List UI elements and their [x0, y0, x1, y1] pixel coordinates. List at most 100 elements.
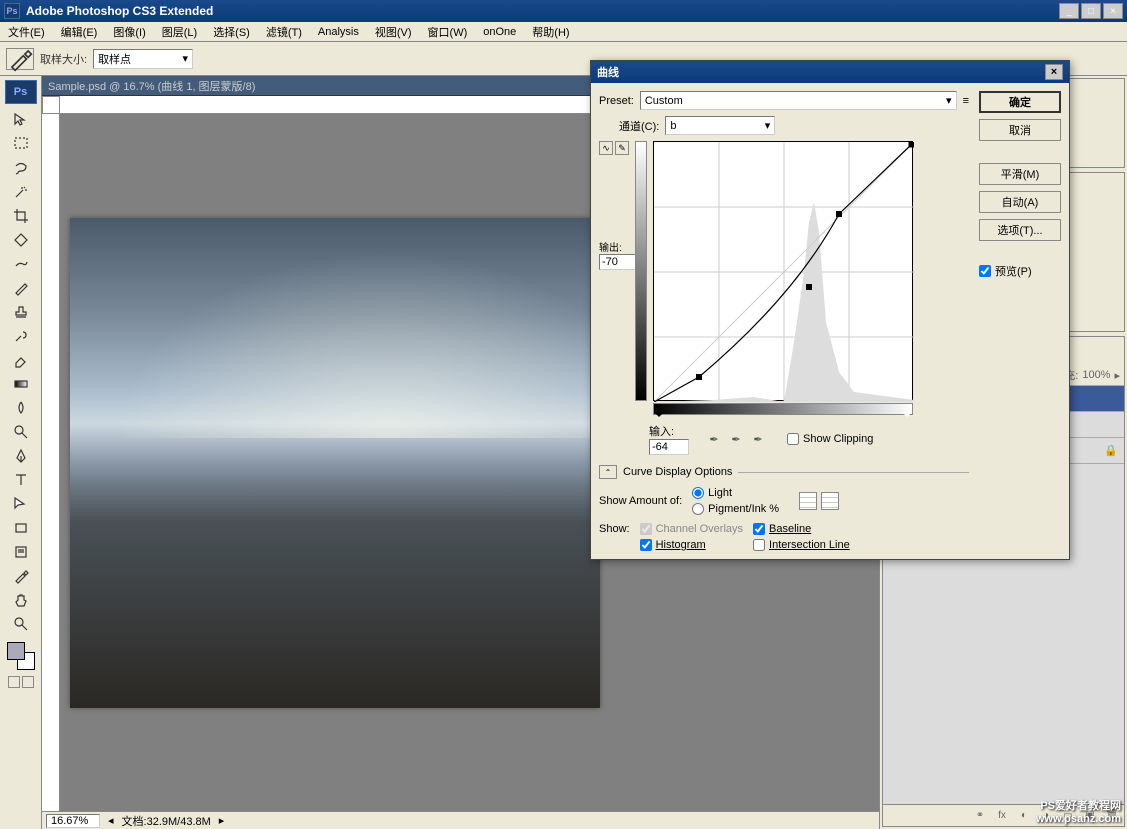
white-point-slider[interactable]	[902, 412, 912, 422]
show-label: Show:	[599, 523, 630, 535]
channel-dropdown[interactable]: b	[665, 116, 775, 135]
gradient-horizontal[interactable]	[653, 403, 913, 415]
light-radio[interactable]	[692, 487, 704, 499]
preset-menu-icon[interactable]: ≡	[963, 95, 969, 107]
menu-item[interactable]: 图像(I)	[105, 22, 153, 42]
show-clipping-label: Show Clipping	[803, 433, 873, 445]
type-tool[interactable]	[8, 469, 34, 491]
menu-item[interactable]: 窗口(W)	[420, 22, 476, 42]
close-button[interactable]: ×	[1103, 3, 1123, 19]
marquee-tool[interactable]	[8, 133, 34, 155]
foreground-color-swatch[interactable]	[7, 642, 25, 660]
preset-dropdown[interactable]: Custom	[640, 91, 957, 110]
eraser-tool[interactable]	[8, 349, 34, 371]
menu-item[interactable]: 视图(V)	[367, 22, 420, 42]
maximize-button[interactable]: □	[1081, 3, 1101, 19]
pen-tool[interactable]	[8, 445, 34, 467]
baseline-checkbox[interactable]	[753, 523, 765, 535]
fill-field[interactable]: 100%	[1082, 369, 1110, 381]
gradient-tool[interactable]	[8, 373, 34, 395]
histogram-checkbox[interactable]	[640, 539, 652, 551]
auto-button[interactable]: 自动(A)	[979, 191, 1061, 213]
shape-tool[interactable]	[8, 517, 34, 539]
path-tool[interactable]	[8, 493, 34, 515]
pigment-radio[interactable]	[692, 503, 704, 515]
zoom-field[interactable]: 16.67%	[46, 814, 100, 828]
options-button[interactable]: 选项(T)...	[979, 219, 1061, 241]
titlebar: Ps Adobe Photoshop CS3 Extended _ □ ×	[0, 0, 1127, 22]
notes-tool[interactable]	[8, 541, 34, 563]
link-icon[interactable]: ⚭	[972, 809, 988, 823]
sample-size-label: 取样大小:	[40, 51, 87, 67]
crop-tool[interactable]	[8, 205, 34, 227]
sample-size-dropdown[interactable]: 取样点	[93, 49, 193, 69]
output-field[interactable]	[599, 254, 639, 270]
hand-tool[interactable]	[8, 589, 34, 611]
channel-label: 通道(C):	[619, 118, 659, 134]
color-swatches[interactable]	[7, 642, 35, 670]
white-eyedropper-icon[interactable]: ✒	[749, 430, 767, 448]
scroll-left-icon[interactable]: ◂	[108, 814, 114, 827]
status-bar: 16.67% ◂ 文档:32.9M/43.8M ▸	[42, 811, 879, 829]
watermark: PS爱好者教程网 www.psahz.com	[1036, 797, 1121, 825]
eyedropper-tool[interactable]	[8, 565, 34, 587]
curves-dialog: 曲线 × Preset: Custom ≡ 通道(C): b ∿ ✎	[590, 60, 1070, 560]
fill-arrow-icon[interactable]: ▸	[1114, 369, 1120, 382]
menu-item[interactable]: 帮助(H)	[524, 22, 577, 42]
blur-tool[interactable]	[8, 397, 34, 419]
doc-info: 文档:32.9M/43.8M	[122, 813, 211, 829]
lasso-tool[interactable]	[8, 157, 34, 179]
menu-item[interactable]: 文件(E)	[0, 22, 53, 42]
output-label: 输出:	[599, 239, 629, 254]
gray-eyedropper-icon[interactable]: ✒	[727, 430, 745, 448]
show-clipping-checkbox[interactable]	[787, 433, 799, 445]
input-field[interactable]	[649, 439, 689, 455]
dialog-titlebar[interactable]: 曲线 ×	[591, 61, 1069, 83]
menu-item[interactable]: 选择(S)	[205, 22, 258, 42]
fx-icon[interactable]: fx	[994, 809, 1010, 823]
current-tool-icon[interactable]	[6, 48, 34, 70]
show-amount-label: Show Amount of:	[599, 495, 682, 507]
black-point-slider[interactable]	[654, 412, 664, 422]
gradient-vertical	[635, 141, 647, 401]
ruler-vertical[interactable]	[42, 114, 60, 811]
doc-info-arrow[interactable]: ▸	[219, 814, 225, 827]
intersection-checkbox[interactable]	[753, 539, 765, 551]
dialog-close-button[interactable]: ×	[1045, 64, 1063, 80]
standard-mode[interactable]	[8, 676, 20, 688]
menu-item[interactable]: 滤镜(T)	[258, 22, 310, 42]
curve-graph[interactable]	[653, 141, 913, 401]
history-brush-tool[interactable]	[8, 325, 34, 347]
minimize-button[interactable]: _	[1059, 3, 1079, 19]
quick-mask-mode[interactable]	[22, 676, 34, 688]
cancel-button[interactable]: 取消	[979, 119, 1061, 141]
wand-tool[interactable]	[8, 181, 34, 203]
slice-tool[interactable]	[8, 229, 34, 251]
smooth-button[interactable]: 平滑(M)	[979, 163, 1061, 185]
ok-button[interactable]: 确定	[979, 91, 1061, 113]
grid-simple-icon[interactable]	[799, 492, 817, 510]
brush-tool[interactable]	[8, 277, 34, 299]
menu-item[interactable]: 编辑(E)	[53, 22, 106, 42]
stamp-tool[interactable]	[8, 301, 34, 323]
app-title: Adobe Photoshop CS3 Extended	[26, 4, 1059, 18]
menu-item[interactable]: onOne	[475, 24, 524, 40]
zoom-tool[interactable]	[8, 613, 34, 635]
ruler-corner	[42, 96, 60, 114]
curve-pencil-tool[interactable]: ✎	[615, 141, 629, 155]
heal-tool[interactable]	[8, 253, 34, 275]
photo-image	[70, 218, 600, 708]
curve-display-label: Curve Display Options	[623, 466, 732, 478]
curve-point-tool[interactable]: ∿	[599, 141, 613, 155]
dodge-tool[interactable]	[8, 421, 34, 443]
black-eyedropper-icon[interactable]: ✒	[705, 430, 723, 448]
grid-detailed-icon[interactable]	[821, 492, 839, 510]
menu-item[interactable]: 图层(L)	[154, 22, 205, 42]
ps-badge: Ps	[5, 80, 37, 104]
preview-checkbox[interactable]	[979, 265, 991, 277]
move-tool[interactable]	[8, 109, 34, 131]
mask-icon[interactable]: ◐	[1016, 809, 1032, 823]
expand-toggle[interactable]: ⌃	[599, 465, 617, 479]
menu-item[interactable]: Analysis	[310, 24, 367, 40]
preset-label: Preset:	[599, 95, 634, 107]
